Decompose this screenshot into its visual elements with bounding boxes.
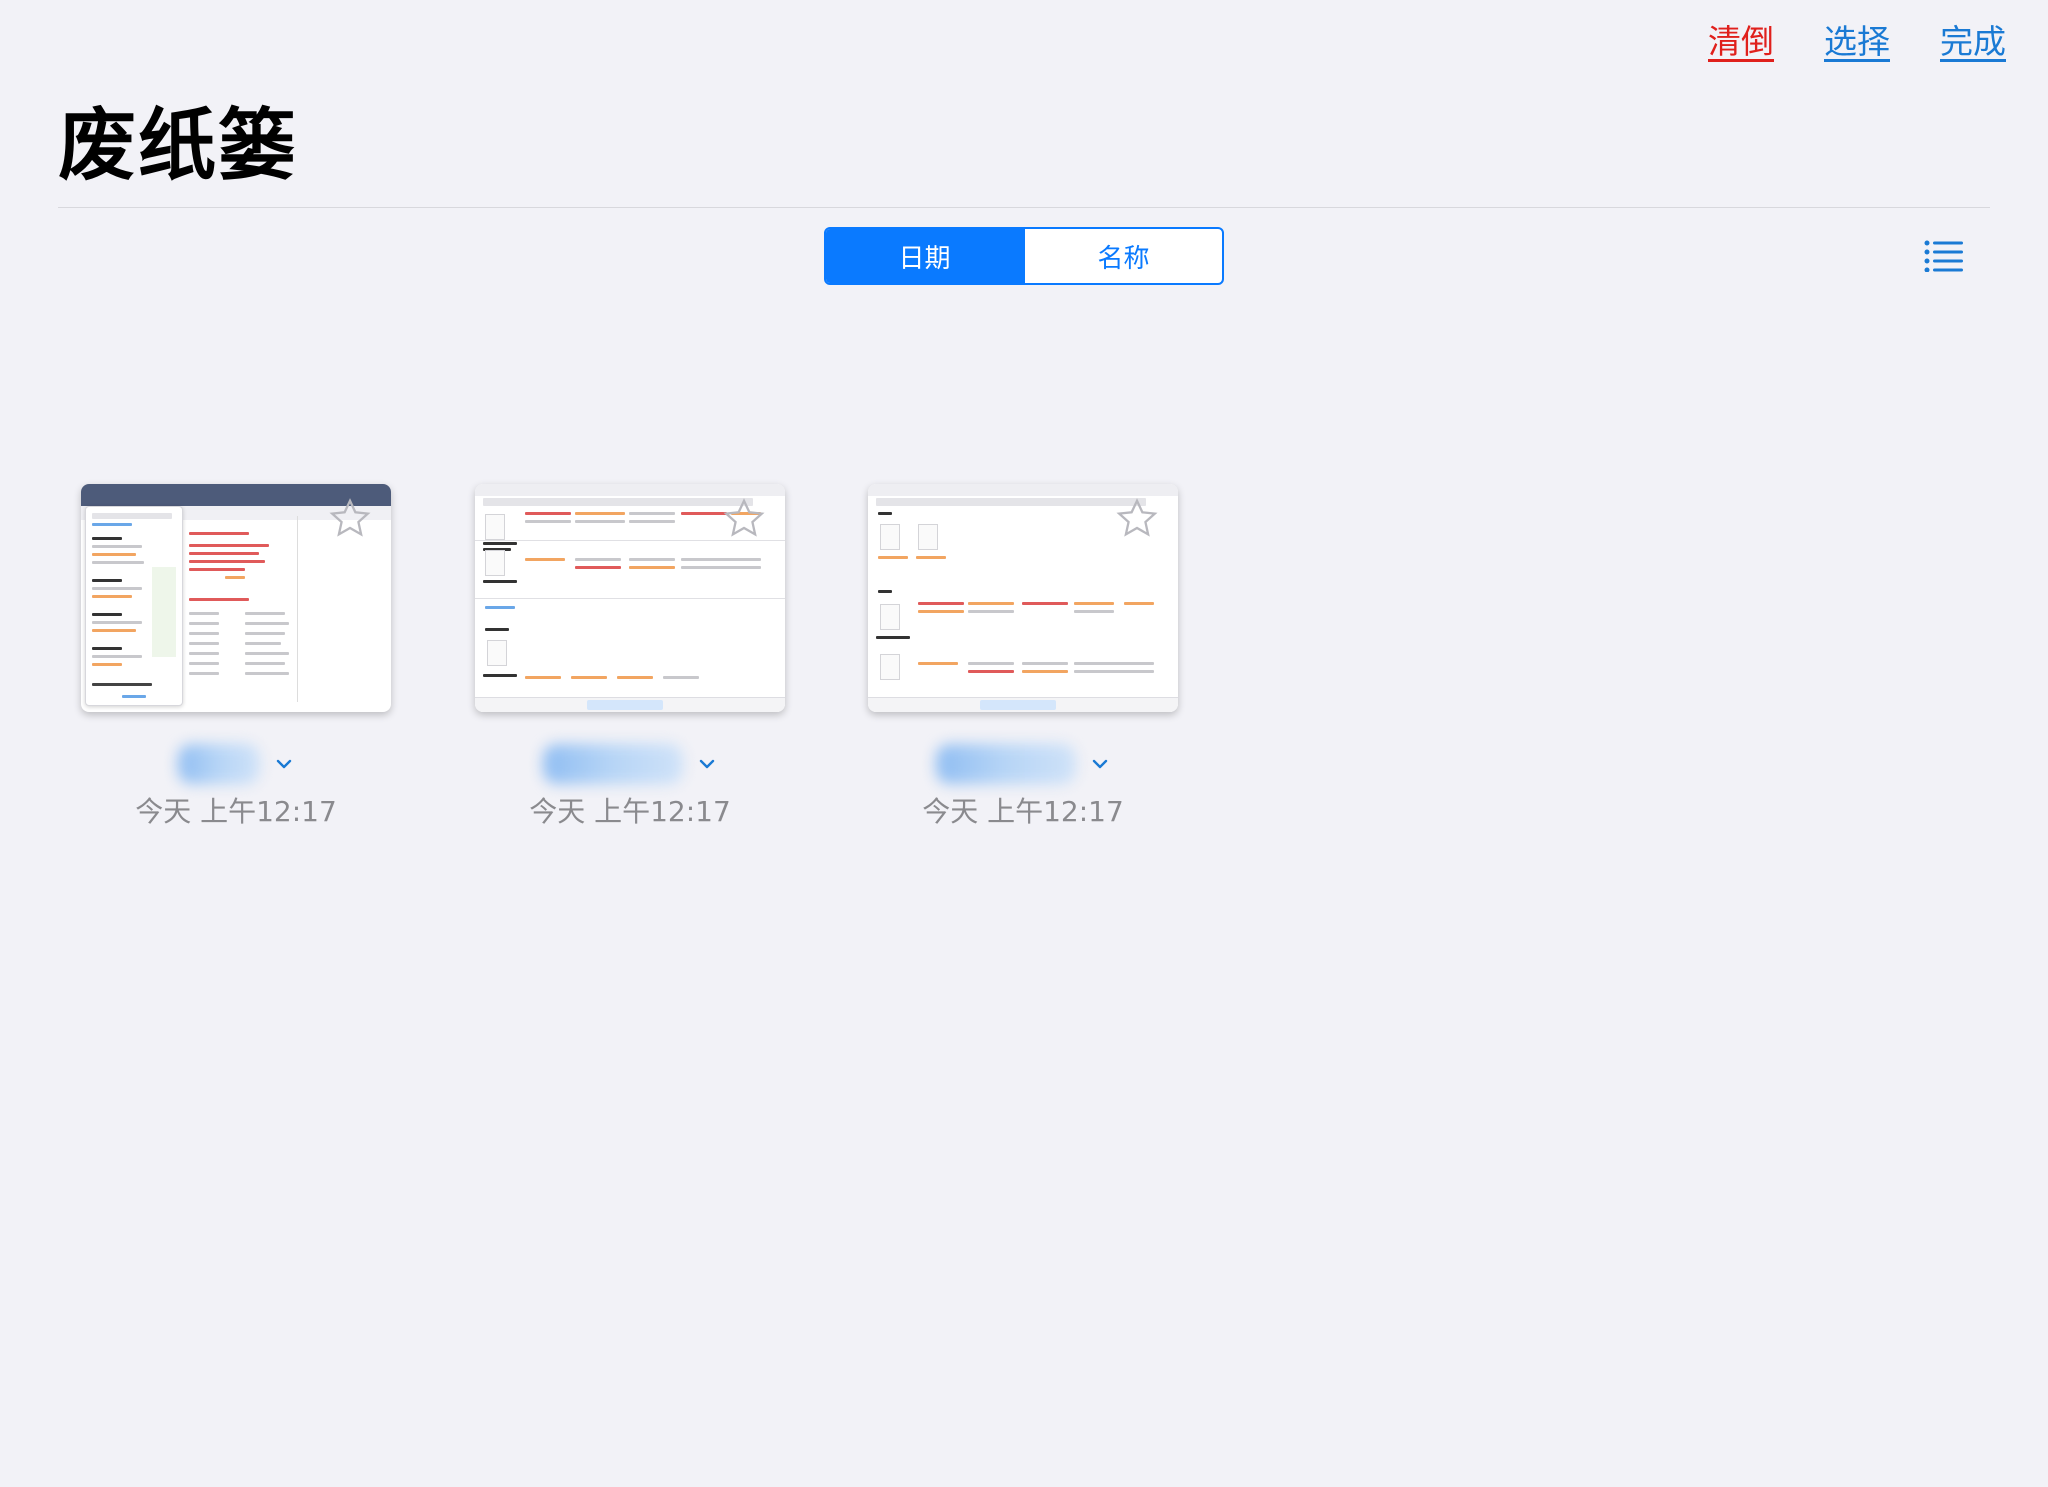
list-view-icon[interactable] bbox=[1924, 240, 1964, 273]
file-name-redacted bbox=[543, 744, 683, 784]
thumbnail-statusbar bbox=[475, 484, 785, 496]
file-date: 今天 上午12:17 bbox=[529, 795, 731, 828]
file-thumbnail[interactable] bbox=[475, 484, 785, 712]
document-preview bbox=[185, 516, 381, 710]
nav-bar: 清倒 选择 完成 bbox=[1708, 18, 2006, 66]
chevron-down-icon[interactable] bbox=[697, 754, 717, 774]
file-name-row bbox=[81, 742, 391, 786]
file-thumbnail[interactable] bbox=[868, 484, 1178, 712]
sort-by-name-segment[interactable]: 名称 bbox=[1023, 229, 1222, 283]
star-icon[interactable] bbox=[721, 496, 767, 542]
star-icon[interactable] bbox=[1114, 496, 1160, 542]
star-icon[interactable] bbox=[327, 496, 373, 542]
file-card: 今天 上午12:17 bbox=[868, 484, 1178, 832]
page-title: 废纸篓 bbox=[58, 101, 299, 191]
search-panel-preview bbox=[85, 506, 183, 706]
file-thumbnail[interactable] bbox=[81, 484, 391, 712]
file-name-redacted bbox=[936, 744, 1076, 784]
file-name-row bbox=[475, 742, 785, 786]
file-card: 今天 上午12:17 bbox=[81, 484, 391, 832]
sort-by-date-segment[interactable]: 日期 bbox=[826, 229, 1023, 283]
file-date: 今天 上午12:17 bbox=[135, 795, 337, 828]
file-name-row bbox=[868, 742, 1178, 786]
chevron-down-icon[interactable] bbox=[1090, 754, 1110, 774]
file-date: 今天 上午12:17 bbox=[922, 795, 1124, 828]
sort-segmented-control: 日期 名称 bbox=[824, 227, 1224, 285]
chevron-down-icon[interactable] bbox=[274, 754, 294, 774]
done-button[interactable]: 完成 bbox=[1940, 18, 2006, 66]
trash-screen: 清倒 选择 完成 废纸篓 日期 名称 今天 上午12:17 今天 上午12:17… bbox=[0, 0, 2048, 1487]
thumbnail-statusbar bbox=[868, 484, 1178, 496]
divider bbox=[58, 207, 1990, 208]
file-name-redacted bbox=[178, 744, 260, 784]
select-button[interactable]: 选择 bbox=[1824, 18, 1890, 66]
empty-trash-button[interactable]: 清倒 bbox=[1708, 18, 1774, 66]
file-card: 今天 上午12:17 bbox=[475, 484, 785, 832]
